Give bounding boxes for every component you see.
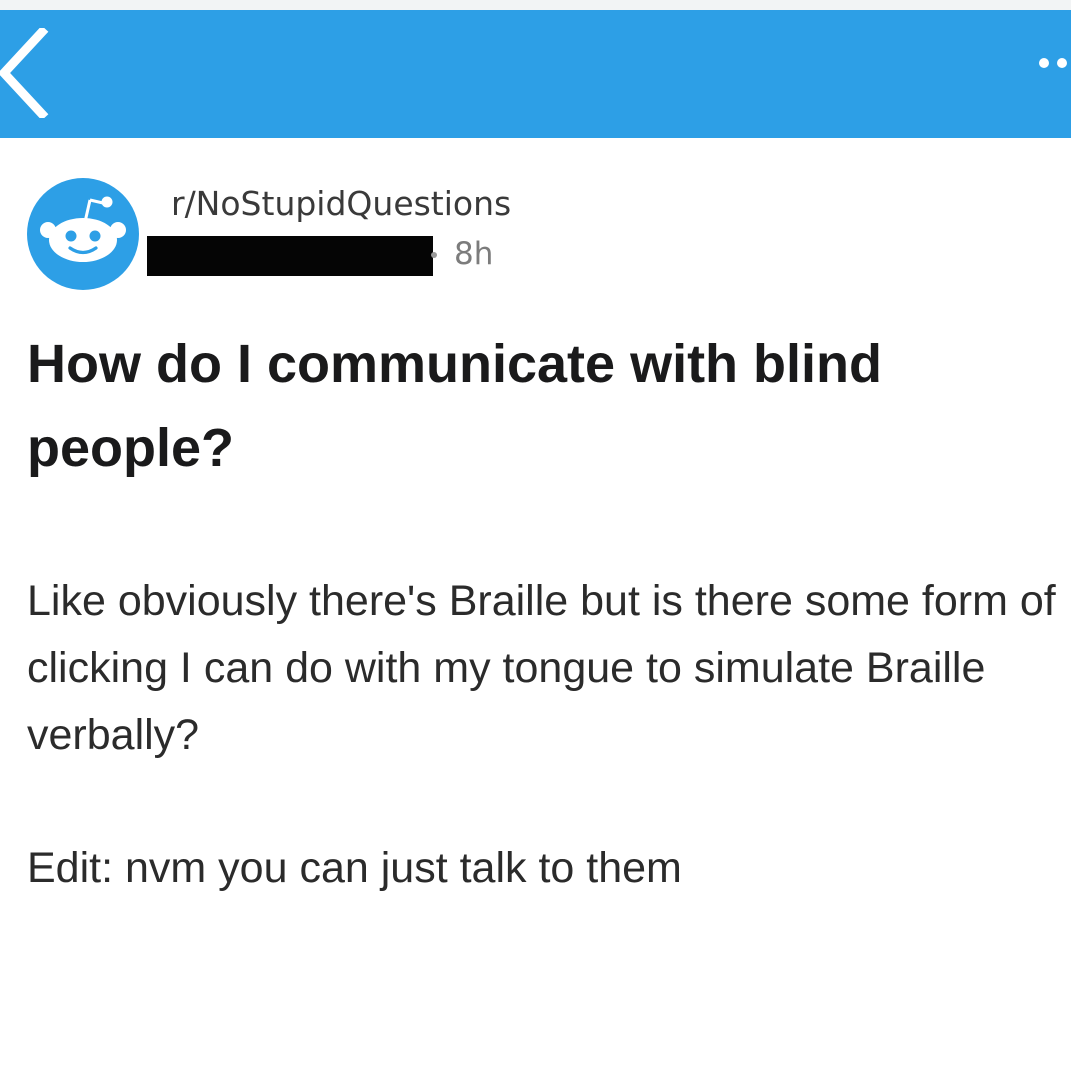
chevron-left-icon xyxy=(0,28,49,118)
post-meta: r/NoStupidQuestions 8h xyxy=(27,178,1027,290)
header-bar xyxy=(0,10,1071,138)
author-redaction xyxy=(147,236,433,276)
subreddit-name[interactable]: r/NoStupidQuestions xyxy=(171,184,511,223)
post-edit-note: Edit: nvm you can just talk to them xyxy=(27,844,682,892)
reddit-snoo-icon xyxy=(40,196,126,262)
post-age: 8h xyxy=(454,236,494,272)
post-body: Like obviously there's Braille but is th… xyxy=(27,568,1062,902)
more-dots-icon xyxy=(1039,58,1049,68)
status-strip xyxy=(0,0,1071,10)
post-title: How do I communicate with blind people? xyxy=(27,334,883,478)
post-body-paragraph: Like obviously there's Braille but is th… xyxy=(27,577,1056,759)
more-options-button[interactable] xyxy=(1037,50,1071,80)
back-button[interactable] xyxy=(0,28,60,118)
more-dots-icon xyxy=(1057,58,1067,68)
subreddit-avatar[interactable] xyxy=(27,178,139,290)
separator-dot xyxy=(431,252,437,258)
